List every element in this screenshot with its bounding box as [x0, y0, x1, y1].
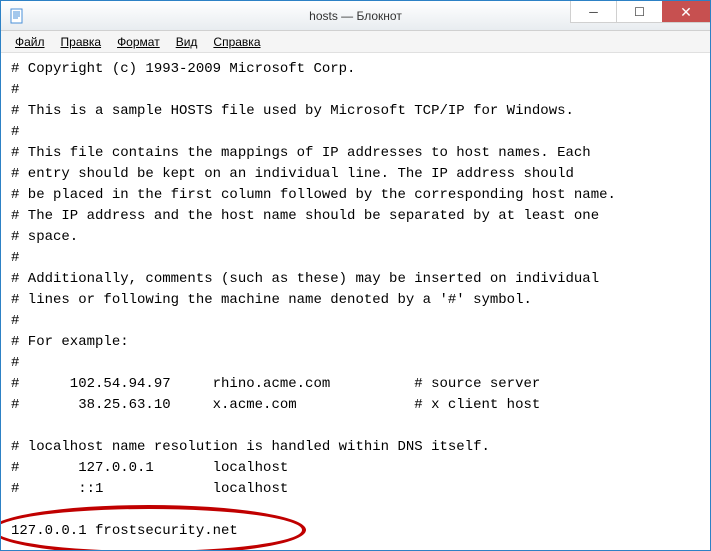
text-line: #	[11, 124, 19, 140]
menu-edit[interactable]: Правка	[53, 33, 110, 51]
text-line: #	[11, 250, 19, 266]
close-icon: ✕	[680, 5, 692, 19]
text-line: # ::1 localhost	[11, 481, 288, 497]
minimize-icon: ─	[589, 6, 598, 18]
minimize-button[interactable]: ─	[570, 1, 616, 23]
text-editor-area[interactable]: # Copyright (c) 1993-2009 Microsoft Corp…	[1, 53, 710, 550]
text-line: # 127.0.0.1 localhost	[11, 460, 288, 476]
text-line: # be placed in the first column followed…	[11, 187, 616, 203]
text-line: # Copyright (c) 1993-2009 Microsoft Corp…	[11, 61, 355, 77]
titlebar[interactable]: hosts — Блокнот ─ ☐ ✕	[1, 1, 710, 31]
text-line: # lines or following the machine name de…	[11, 292, 532, 308]
menu-help[interactable]: Справка	[205, 33, 268, 51]
text-line: # This file contains the mappings of IP …	[11, 145, 591, 161]
maximize-button[interactable]: ☐	[616, 1, 662, 23]
text-line: # 102.54.94.97 rhino.acme.com # source s…	[11, 376, 540, 392]
text-line: #	[11, 82, 19, 98]
window-controls: ─ ☐ ✕	[570, 1, 710, 30]
window-title: hosts — Блокнот	[309, 9, 402, 23]
text-line: #	[11, 313, 19, 329]
text-line: 127.0.0.1 frostsecurity.net	[11, 523, 238, 539]
text-line: # Additionally, comments (such as these)…	[11, 271, 599, 287]
text-line: # The IP address and the host name shoul…	[11, 208, 599, 224]
text-line: # For example:	[11, 334, 129, 350]
text-line: # 38.25.63.10 x.acme.com # x client host	[11, 397, 540, 413]
maximize-icon: ☐	[634, 6, 645, 18]
menu-file[interactable]: Файл	[7, 33, 53, 51]
text-line: #	[11, 355, 19, 371]
text-line: # localhost name resolution is handled w…	[11, 439, 490, 455]
text-line: # This is a sample HOSTS file used by Mi…	[11, 103, 574, 119]
text-line: # entry should be kept on an individual …	[11, 166, 574, 182]
menu-view[interactable]: Вид	[168, 33, 206, 51]
text-line: # space.	[11, 229, 78, 245]
notepad-icon	[9, 8, 25, 24]
menubar: Файл Правка Формат Вид Справка	[1, 31, 710, 53]
close-button[interactable]: ✕	[662, 1, 710, 23]
notepad-window: hosts — Блокнот ─ ☐ ✕ Файл Правка Формат…	[0, 0, 711, 551]
menu-format[interactable]: Формат	[109, 33, 168, 51]
